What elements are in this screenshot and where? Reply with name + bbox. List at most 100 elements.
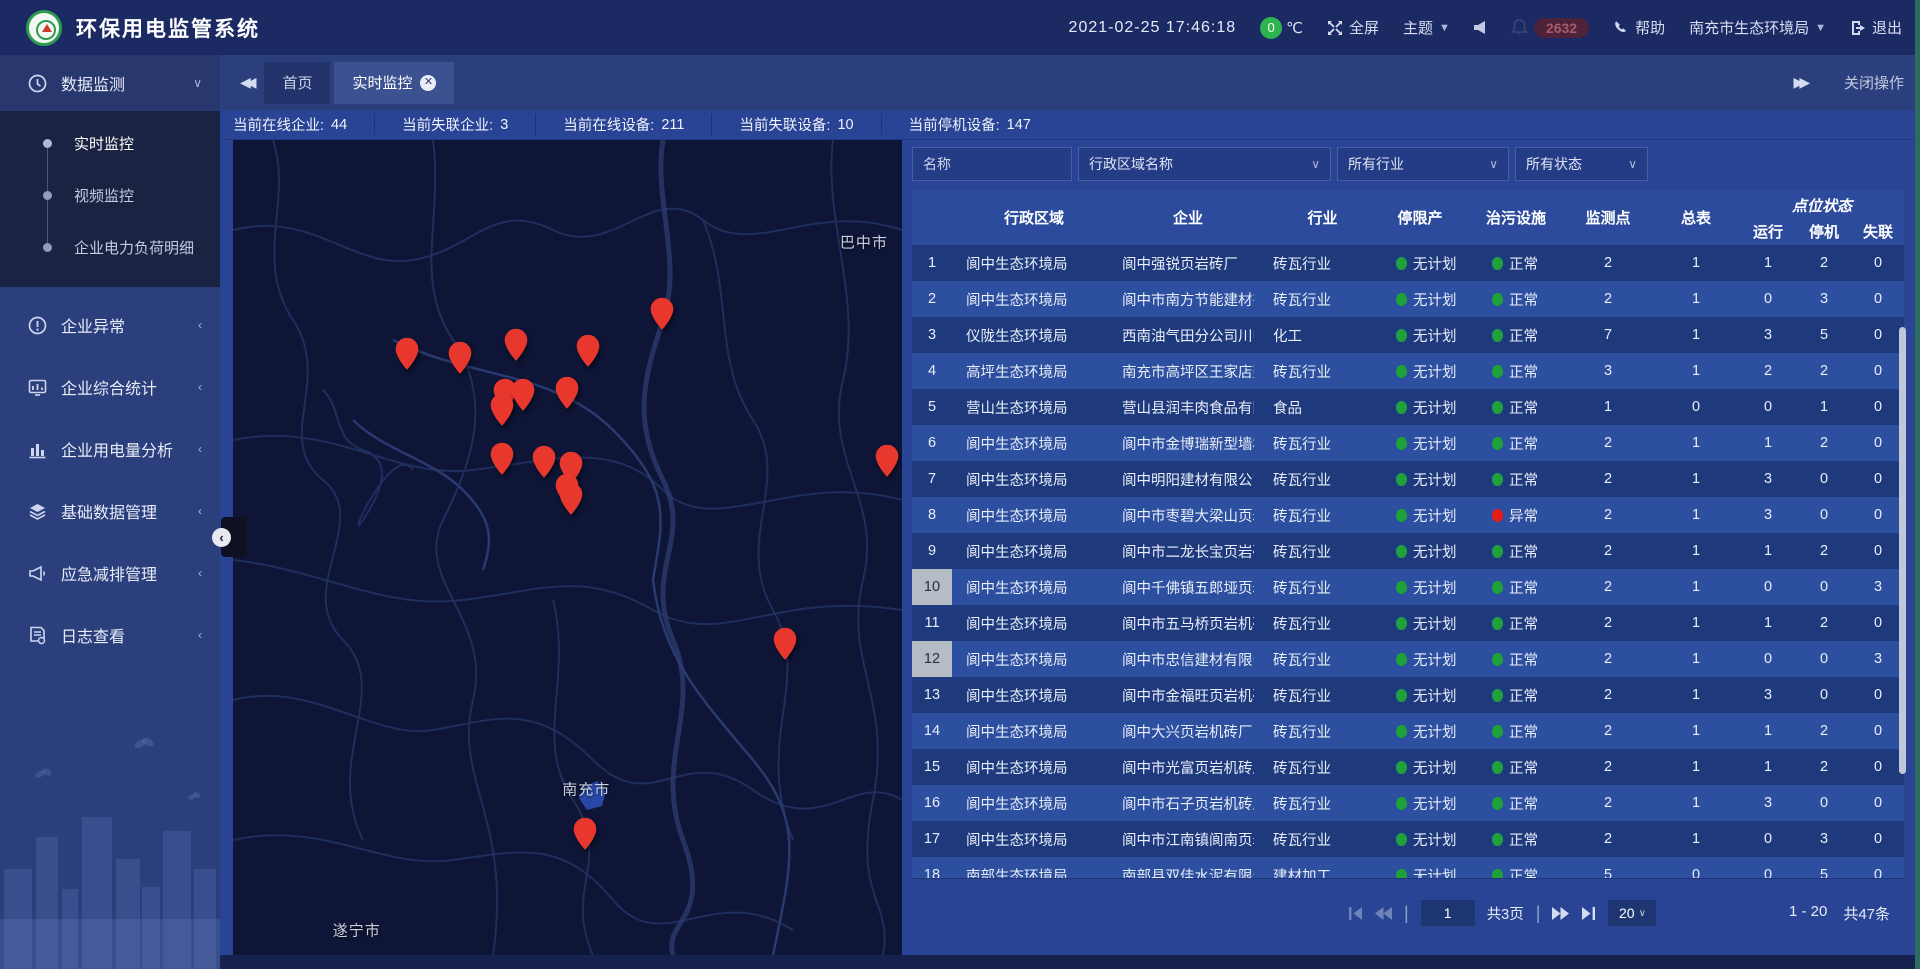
table-row[interactable]: 17阆中生态环境局阆中市江南镇阆南页岩砖瓦行业无计划正常21030 [912,821,1904,857]
map-pin[interactable] [576,335,600,367]
status-dot [1396,617,1407,630]
map-pin[interactable] [559,483,583,515]
cell-stop-limit-status: 无计划 [1372,605,1468,641]
table-row[interactable]: 1阆中生态环境局阆中强锐页岩砖厂砖瓦行业无计划正常21120 [912,245,1904,281]
tab-home[interactable]: 首页 [264,62,330,104]
page-last-button[interactable] [1581,907,1596,920]
notifications[interactable]: 2632 [1511,18,1589,38]
status-dot [1396,797,1407,810]
cell-stopped: 0 [1796,569,1852,605]
sidebar-item-label: 企业电力负荷明细 [74,237,194,258]
status-filter-select[interactable]: 所有状态 ∨ [1515,147,1648,181]
map-pin[interactable] [448,342,472,374]
sidebar-item-power-load-detail[interactable]: 企业电力负荷明细 [0,221,220,273]
sidebar-group-logs[interactable]: 日志查看 ‹ [0,607,220,663]
sound-button[interactable] [1474,20,1487,35]
cell-running: 1 [1740,425,1796,461]
page-first-button[interactable] [1348,907,1363,920]
page-number-input[interactable] [1421,900,1475,926]
cell-monitor-points: 2 [1564,533,1652,569]
cell-monitor-points: 2 [1564,281,1652,317]
sidebar-group-emergency[interactable]: 应急减排管理 ‹ [0,545,220,601]
tab-close-icon[interactable]: ✕ [420,75,436,91]
cell-stopped: 2 [1796,245,1852,281]
chevron-left-icon: ‹ [198,628,202,642]
map-pin[interactable] [504,329,528,361]
table-row[interactable]: 2阆中生态环境局阆中市南方节能建材有砖瓦行业无计划正常21030 [912,281,1904,317]
map-pin[interactable] [650,298,674,330]
table-row[interactable]: 18南部生态环境局南部县双佳水泥有限公建材加工无计划正常50050 [912,857,1904,878]
page-next-button[interactable] [1552,907,1569,920]
table-row[interactable]: 16阆中生态环境局阆中市石子页岩机砖厂砖瓦行业无计划正常21300 [912,785,1904,821]
industry-filter-select[interactable]: 所有行业 ∨ [1337,147,1509,181]
table-row[interactable]: 5营山生态环境局营山县润丰肉食品有限食品无计划正常10010 [912,389,1904,425]
table-row[interactable]: 9阆中生态环境局阆中市二龙长宝页岩砖砖瓦行业无计划正常21120 [912,533,1904,569]
map-pin[interactable] [511,379,535,411]
map-pin[interactable] [875,445,899,477]
table-row[interactable]: 7阆中生态环境局阆中明阳建材有限公司砖瓦行业无计划正常21300 [912,461,1904,497]
sidebar-group-enterprise-stats[interactable]: 企业综合统计 ‹ [0,359,220,415]
status-text: 无计划 [1413,685,1457,706]
table-row[interactable]: 8阆中生态环境局阆中市枣碧大梁山页岩砖瓦行业无计划异常21300 [912,497,1904,533]
page-prev-button[interactable] [1375,907,1392,920]
sidebar-group-data-monitor[interactable]: 数据监测 ∨ [0,55,220,111]
region-filter-select[interactable]: 行政区域名称 ∨ [1078,147,1331,181]
help-button[interactable]: 帮助 [1613,17,1665,38]
map-pin[interactable] [532,446,556,478]
row-index: 1 [912,245,952,281]
theme-dropdown[interactable]: 主题 ▼ [1403,17,1450,38]
cell-region: 营山生态环境局 [952,389,1102,425]
cell-industry: 砖瓦行业 [1254,461,1372,497]
sidebar-group-basic-data[interactable]: 基础数据管理 ‹ [0,483,220,539]
status-text: 无计划 [1413,325,1457,346]
status-dot [1396,257,1407,270]
logout-button[interactable]: 退出 [1850,17,1902,38]
map[interactable]: 巴中市南充市遂宁市 [233,140,902,955]
tabs-scroll-left-icon[interactable]: ◀◀ [240,74,250,91]
map-pin[interactable] [490,394,514,426]
col-header-monitor-points: 监测点 [1564,190,1652,245]
cell-running: 0 [1740,281,1796,317]
page-size-select[interactable]: 20 ∨ [1608,900,1656,926]
tabbar: ◀◀ 首页 实时监控 ✕ ▶▶ 关闭操作 [220,55,1920,110]
sidebar-item-video-monitor[interactable]: 视频监控 [0,169,220,221]
stat-label: 当前失联企业: [402,114,493,135]
table-scrollbar[interactable] [1899,327,1906,774]
range-label: 1 - 20 [1789,903,1827,924]
table-row[interactable]: 13阆中生态环境局阆中市金福旺页岩机砖砖瓦行业无计划正常21300 [912,677,1904,713]
content: 当前在线企业:44当前失联企业:3当前在线设备:211当前失联设备:10当前停机… [220,110,1920,955]
table-row[interactable]: 12阆中生态环境局阆中市忠信建材有限公砖瓦行业无计划正常21003 [912,641,1904,677]
map-pin[interactable] [555,377,579,409]
sidebar-group-power-analysis[interactable]: 企业用电量分析 ‹ [0,421,220,477]
cell-lost: 0 [1852,497,1904,533]
sidebar-collapse-toggle[interactable]: ‹ [221,517,247,557]
tab-realtime-monitor[interactable]: 实时监控 ✕ [334,62,454,104]
status-text: 无计划 [1413,361,1457,382]
stat-label: 当前失联设备: [739,114,830,135]
tabs-scroll-right-icon[interactable]: ▶▶ [1794,74,1804,91]
map-pin[interactable] [395,338,419,370]
map-pin[interactable] [773,628,797,660]
sidebar-item-realtime-monitor[interactable]: 实时监控 [0,117,220,169]
map-pin[interactable] [490,443,514,475]
status-text: 无计划 [1413,433,1457,454]
map-city-label: 遂宁市 [333,919,381,940]
table-row[interactable]: 10阆中生态环境局阆中千佛镇五郎垭页岩砖瓦行业无计划正常21003 [912,569,1904,605]
table-row[interactable]: 14阆中生态环境局阆中大兴页岩机砖厂砖瓦行业无计划正常21120 [912,713,1904,749]
table-row[interactable]: 3仪陇生态环境局西南油气田分公司川中化工无计划正常71350 [912,317,1904,353]
table-row[interactable]: 6阆中生态环境局阆中市金博瑞新型墙材砖瓦行业无计划正常21120 [912,425,1904,461]
sidebar-group-label: 企业综合统计 [61,375,157,399]
page-scrollbar[interactable] [1915,0,1920,969]
cell-stopped: 2 [1796,713,1852,749]
fullscreen-button[interactable]: 全屏 [1327,17,1379,38]
map-pin[interactable] [573,818,597,850]
cell-running: 0 [1740,821,1796,857]
close-operations-button[interactable]: 关闭操作 [1844,72,1904,93]
table-row[interactable]: 15阆中生态环境局阆中市光富页岩机砖厂砖瓦行业无计划正常21120 [912,749,1904,785]
cell-industry: 砖瓦行业 [1254,533,1372,569]
table-row[interactable]: 4高坪生态环境局南充市高坪区王家店建砖瓦行业无计划正常31220 [912,353,1904,389]
sidebar-group-enterprise-abnormal[interactable]: 企业异常 ‹ [0,297,220,353]
org-dropdown[interactable]: 南充市生态环境局 ▼ [1689,17,1826,38]
table-row[interactable]: 11阆中生态环境局阆中市五马桥页岩机砖砖瓦行业无计划正常21120 [912,605,1904,641]
name-filter-input[interactable] [923,156,1061,172]
